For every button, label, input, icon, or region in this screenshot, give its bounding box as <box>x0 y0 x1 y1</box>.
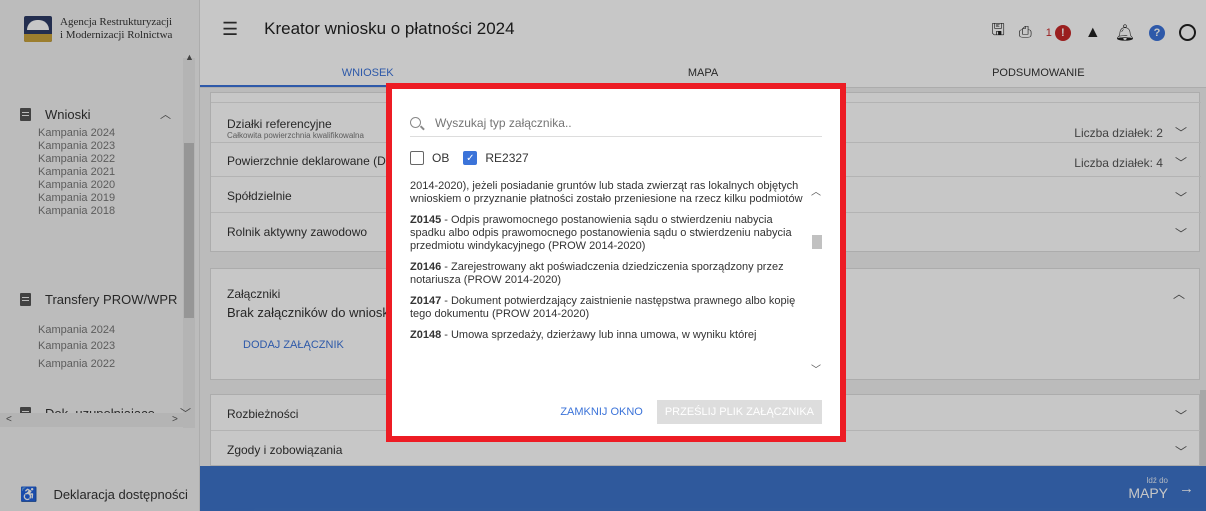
filter-ob-checkbox[interactable] <box>410 151 424 165</box>
attachment-type-dialog: OB ✓ RE2327 2014-2020), jeżeli posiadani… <box>392 89 840 436</box>
list-item[interactable]: 2014-2020), jeżeli posiadanie gruntów lu… <box>410 180 810 206</box>
list-scrollbar[interactable]: ︿ ﹀ <box>809 183 825 383</box>
list-item[interactable]: Z0148 - Umowa sprzedaży, dzierżawy lub i… <box>410 329 810 342</box>
attachment-type-list: 2014-2020), jeżeli posiadanie gruntów lu… <box>410 180 810 375</box>
chevron-down-icon[interactable]: ﹀ <box>811 361 821 376</box>
dialog-actions: ZAMKNIJ OKNO PRZEŚLIJ PLIK ZAŁĄCZNIKA <box>554 400 822 424</box>
upload-attachment-button[interactable]: PRZEŚLIJ PLIK ZAŁĄCZNIKA <box>656 400 822 424</box>
filter-re2327-checkbox[interactable]: ✓ <box>463 151 478 165</box>
list-scroll-thumb[interactable] <box>812 235 822 249</box>
highlight-frame: OB ✓ RE2327 2014-2020), jeżeli posiadani… <box>386 83 846 442</box>
search-field <box>410 109 822 137</box>
list-item[interactable]: Z0147 - Dokument potwierdzający zaistnie… <box>410 295 810 321</box>
close-dialog-button[interactable]: ZAMKNIJ OKNO <box>554 402 649 422</box>
filter-ob-label: OB <box>432 151 450 165</box>
chevron-up-icon[interactable]: ︿ <box>811 183 821 198</box>
list-item[interactable]: Z0145 - Odpis prawomocnego postanowienia… <box>410 214 810 253</box>
filter-re2327-label: RE2327 <box>485 151 529 165</box>
search-icon <box>410 117 421 128</box>
app-window: Agencja Restrukturyzacji i Modernizacji … <box>0 0 1206 511</box>
list-item[interactable]: Z0146 - Zarejestrowany akt poświadczenia… <box>410 261 810 287</box>
attachment-search-input[interactable] <box>435 115 795 130</box>
program-filters: OB ✓ RE2327 <box>410 151 543 165</box>
